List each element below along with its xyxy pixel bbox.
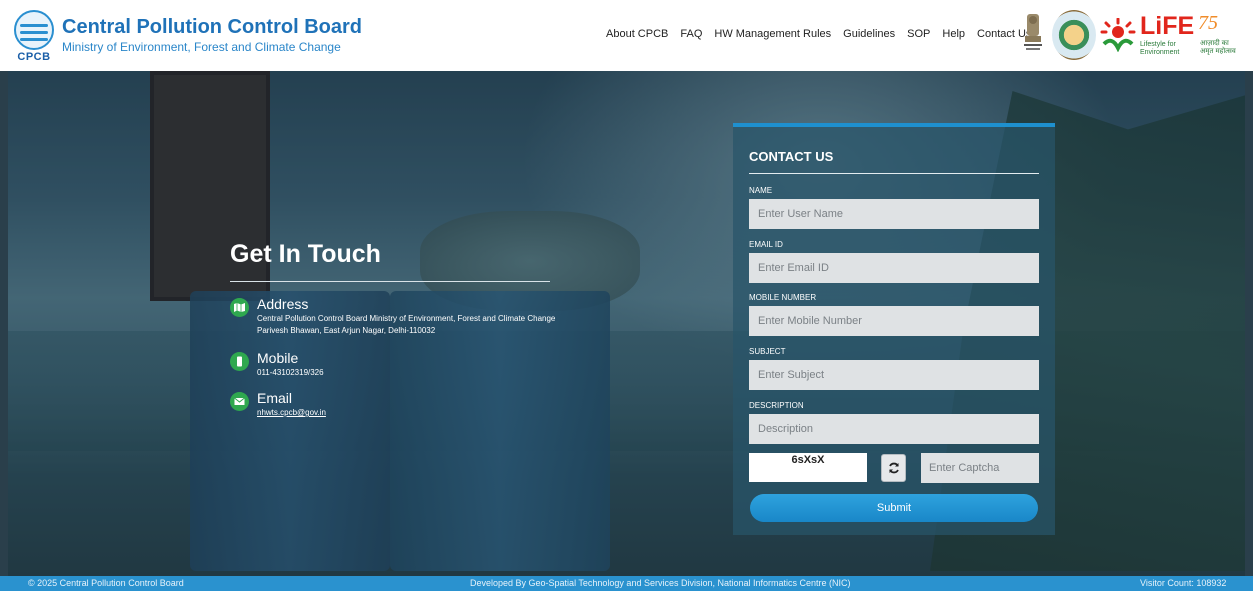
life-logo-sub: Lifestyle for Environment	[1140, 41, 1179, 57]
contact-form-title: CONTACT US	[749, 149, 834, 164]
email-label: EMAIL ID	[749, 240, 783, 249]
mobile-heading: Mobile	[257, 350, 299, 366]
org-subtitle: Ministry of Environment, Forest and Clim…	[62, 40, 341, 54]
main-nav: About CPCB FAQ HW Management Rules Guide…	[606, 28, 1031, 40]
hero-section	[0, 71, 1253, 576]
nav-sop[interactable]: SOP	[907, 28, 930, 40]
get-in-touch-divider	[230, 281, 550, 282]
footer-copyright: © 2025 Central Pollution Control Board	[28, 578, 184, 588]
azadi-ka-amrit-mahotsav-logo: 75 आज़ादी का अमृत महोत्सव	[1196, 12, 1242, 60]
envelope-icon	[230, 392, 249, 411]
footer-visitor-count: Visitor Count: 108932	[1140, 578, 1227, 588]
email-heading: Email	[257, 390, 293, 406]
map-icon	[230, 298, 249, 317]
contact-form-divider	[749, 173, 1039, 174]
mobile-text[interactable]: 011-43102319/326	[257, 367, 557, 379]
subject-input[interactable]	[749, 360, 1039, 390]
footer-developer: Developed By Geo-Spatial Technology and …	[470, 578, 851, 588]
captcha-input[interactable]	[921, 453, 1039, 483]
life-logo-sub1: Lifestyle for	[1140, 41, 1176, 48]
address-heading: Address	[257, 296, 309, 312]
site-footer: © 2025 Central Pollution Control Board D…	[0, 576, 1253, 591]
life-sun-icon	[1100, 18, 1136, 52]
submit-button[interactable]: Submit	[750, 494, 1038, 522]
mobile-number-input[interactable]	[749, 306, 1039, 336]
description-label: DESCRIPTION	[749, 401, 804, 410]
description-input[interactable]	[749, 414, 1039, 444]
site-header: CPCB Central Pollution Control Board Min…	[0, 0, 1253, 71]
cpcb-logo[interactable]: CPCB	[12, 10, 56, 63]
mobile-icon	[230, 352, 249, 371]
ministry-round-logo	[1052, 10, 1096, 60]
azadi-75-mark: 75	[1198, 12, 1218, 34]
name-label: NAME	[749, 186, 773, 195]
get-in-touch-title: Get In Touch	[230, 240, 381, 268]
national-emblem-icon	[1024, 14, 1042, 50]
contact-form-panel: CONTACT US NAME EMAIL ID MOBILE NUMBER S…	[733, 123, 1055, 535]
cpcb-logo-icon	[14, 10, 54, 50]
refresh-captcha-button[interactable]	[881, 454, 906, 482]
life-logo-sub2: Environment	[1140, 49, 1180, 56]
email-link[interactable]: nhwts.cpcb@gov.in	[257, 407, 557, 419]
nav-faq[interactable]: FAQ	[680, 28, 702, 40]
address-text: Central Pollution Control Board Ministry…	[257, 314, 556, 335]
captcha-image: 6sXsX	[749, 453, 867, 482]
mobile-number-label: MOBILE NUMBER	[749, 293, 817, 302]
org-title[interactable]: Central Pollution Control Board	[62, 16, 362, 39]
name-input[interactable]	[749, 199, 1039, 229]
nav-help[interactable]: Help	[942, 28, 965, 40]
refresh-icon	[889, 462, 899, 474]
subject-label: SUBJECT	[749, 347, 786, 356]
life-logo-text: LiFE	[1140, 12, 1195, 40]
email-input[interactable]	[749, 253, 1039, 283]
cpcb-logo-text: CPCB	[17, 51, 51, 63]
nav-hw-management-rules[interactable]: HW Management Rules	[714, 28, 831, 40]
life-logo: LiFE Lifestyle for Environment	[1100, 12, 1194, 58]
nav-guidelines[interactable]: Guidelines	[843, 28, 895, 40]
nav-about-cpcb[interactable]: About CPCB	[606, 28, 668, 40]
azadi-text: आज़ादी का अमृत महोत्सव	[1200, 40, 1236, 55]
